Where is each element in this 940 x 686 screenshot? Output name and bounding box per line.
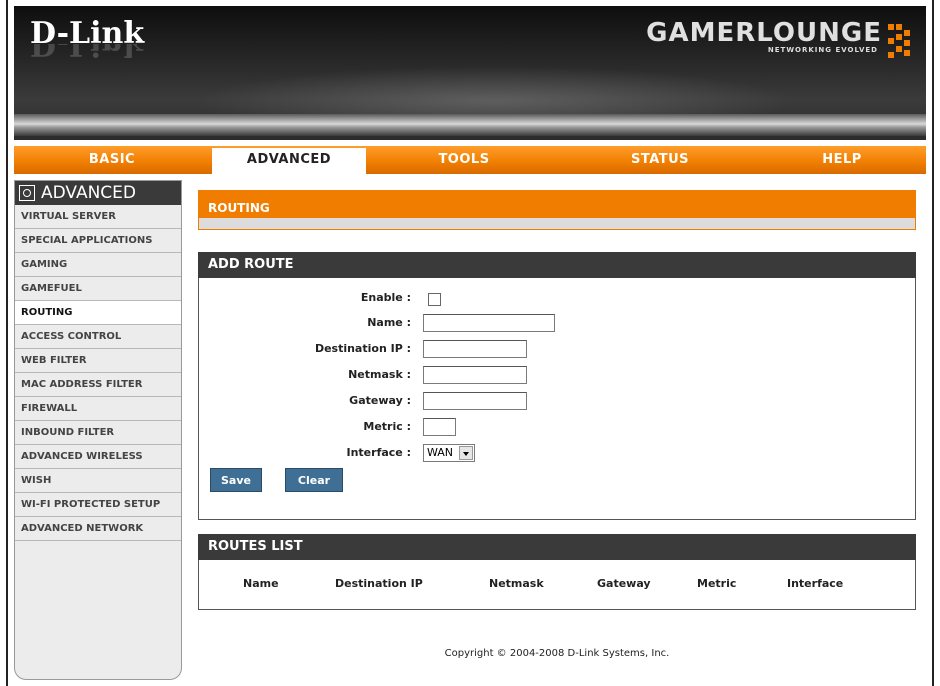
header-chrome-band — [14, 114, 926, 136]
enable-checkbox[interactable] — [428, 293, 441, 306]
sidebar: ADVANCED VIRTUAL SERVER SPECIAL APPLICAT… — [14, 180, 182, 680]
tab-tools[interactable]: TOOLS — [366, 146, 562, 174]
column-header-name: Name — [243, 577, 279, 590]
sidebar-item-inbound-filter[interactable]: INBOUND FILTER — [15, 421, 181, 445]
interface-select[interactable]: WAN — [423, 444, 475, 462]
destination-ip-label: Destination IP : — [314, 342, 411, 355]
dlink-logo-reflection: D-Link — [30, 44, 145, 62]
tab-basic[interactable]: BASIC — [14, 146, 210, 174]
sidebar-item-routing[interactable]: ROUTING — [15, 301, 181, 325]
name-label: Name : — [367, 316, 411, 329]
sidebar-item-gaming[interactable]: GAMING — [15, 253, 181, 277]
tab-help[interactable]: HELP — [758, 146, 926, 174]
gateway-label: Gateway : — [349, 394, 411, 407]
routing-section-title: ROUTING — [198, 190, 916, 218]
routes-list-panel: Name Destination IP Netmask Gateway Metr… — [198, 560, 916, 610]
gamerlounge-logo: GAMERLOUNGE — [646, 18, 882, 48]
sidebar-item-special-applications[interactable]: SPECIAL APPLICATIONS — [15, 229, 181, 253]
save-button[interactable]: Save — [210, 468, 262, 492]
add-route-title: ADD ROUTE — [198, 252, 916, 278]
column-header-metric: Metric — [697, 577, 737, 590]
header-banner: D-Link D-Link GAMERLOUNGE NETWORKING EVO… — [14, 6, 926, 140]
sidebar-item-access-control[interactable]: ACCESS CONTROL — [15, 325, 181, 349]
column-header-gateway: Gateway — [597, 577, 651, 590]
sidebar-item-web-filter[interactable]: WEB FILTER — [15, 349, 181, 373]
sidebar-item-wps[interactable]: WI-FI PROTECTED SETUP — [15, 493, 181, 517]
tab-status[interactable]: STATUS — [562, 146, 758, 174]
sidebar-item-virtual-server[interactable]: VIRTUAL SERVER — [15, 205, 181, 229]
column-header-interface: Interface — [787, 577, 844, 590]
netmask-input[interactable] — [423, 366, 527, 384]
routing-section-strip — [198, 218, 916, 230]
gamerlounge-icon — [888, 24, 914, 58]
routes-list-title: ROUTES LIST — [198, 534, 916, 560]
sidebar-item-advanced-network[interactable]: ADVANCED NETWORK — [15, 517, 181, 541]
enable-label: Enable : — [360, 291, 411, 304]
tab-advanced[interactable]: ADVANCED — [212, 148, 366, 174]
column-header-destination-ip: Destination IP — [335, 577, 423, 590]
sidebar-item-wish[interactable]: WISH — [15, 469, 181, 493]
interface-label: Interface : — [346, 446, 412, 459]
gateway-input[interactable] — [423, 392, 527, 410]
metric-input[interactable] — [423, 418, 456, 436]
add-route-panel: Enable : Name : Destination IP : Netmask… — [198, 278, 916, 520]
copyright-text: Copyright © 2004-2008 D-Link Systems, In… — [444, 648, 670, 659]
sidebar-item-gamefuel[interactable]: GAMEFUEL — [15, 277, 181, 301]
metric-label: Metric : — [363, 420, 411, 433]
name-input[interactable] — [423, 314, 555, 332]
clear-button[interactable]: Clear — [285, 468, 343, 492]
gamerlounge-tagline: NETWORKING EVOLVED — [767, 46, 878, 54]
chevron-down-icon[interactable] — [459, 446, 473, 460]
sidebar-header: ADVANCED — [15, 181, 181, 205]
sidebar-title: ADVANCED — [41, 183, 137, 203]
sidebar-item-advanced-wireless[interactable]: ADVANCED WIRELESS — [15, 445, 181, 469]
destination-ip-input[interactable] — [423, 340, 527, 358]
sidebar-item-firewall[interactable]: FIREWALL — [15, 397, 181, 421]
advanced-icon — [19, 185, 35, 201]
interface-select-value: WAN — [427, 446, 454, 459]
top-nav: BASIC ADVANCED TOOLS STATUS HELP — [14, 146, 926, 174]
sidebar-item-mac-address-filter[interactable]: MAC ADDRESS FILTER — [15, 373, 181, 397]
main-content: ROUTING ADD ROUTE Enable : Name : Destin… — [198, 190, 916, 610]
column-header-netmask: Netmask — [489, 577, 544, 590]
netmask-label: Netmask : — [348, 368, 411, 381]
